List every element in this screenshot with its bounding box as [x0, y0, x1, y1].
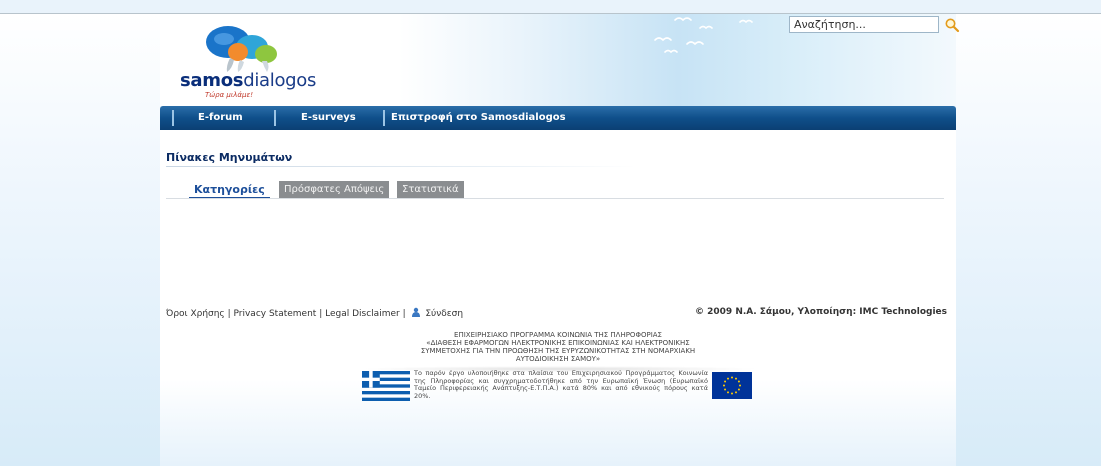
funding-statement: Το παρόν έργο υλοποιήθηκε στα πλαίσια το… — [414, 369, 708, 400]
nav-item-e-forum[interactable]: E-forum — [198, 106, 243, 130]
tab-statistics[interactable]: Στατιστικά — [397, 181, 465, 198]
login-link[interactable]: Σύνδεση — [425, 309, 463, 319]
disclaimer-link[interactable]: Legal Disclaimer — [325, 309, 400, 319]
copyright-text: © 2009 Ν.Α. Σάμου, Υλοποίηση: IMC Techno… — [695, 307, 947, 317]
eu-star — [724, 380, 727, 383]
eu-star — [735, 377, 737, 380]
eu-star — [727, 377, 729, 380]
search-input[interactable]: Αναζήτηση... — [789, 16, 939, 33]
nav-separator — [383, 110, 385, 126]
greek-flag-icon — [362, 371, 410, 401]
eu-star — [737, 380, 740, 383]
program-line: ΣΥΜΜΕΤΟΧΗΣ ΓΙΑ ΤΗΝ ΠΡΟΩΘΗΣΗ ΤΗΣ ΕΥΡΥΖΩΝΙ… — [420, 347, 696, 355]
program-line: ΑΥΤΟΔΙΟΙΚΗΣΗ ΣΑΜΟΥ» — [515, 355, 601, 363]
main-nav: E-forum E-surveys Επιστροφή στο Samosdia… — [160, 106, 956, 130]
tab-recent-opinions[interactable]: Πρόσφατες Απόψεις — [279, 181, 391, 198]
footer-separator: | — [227, 309, 231, 319]
eu-star — [731, 392, 733, 395]
program-description: ΕΠΙΧΕΙΡΗΣΙΑΚΟ ΠΡΟΓΡΑΜΜΑ ΚΟΙΝΩΝΙΑ ΤΗΣ ΠΛΗ… — [372, 331, 744, 363]
footer-links: Όροι Χρήσης | Privacy Statement | Legal … — [166, 307, 463, 319]
eu-star — [723, 384, 725, 387]
eu-star — [724, 388, 727, 391]
terms-link[interactable]: Όροι Χρήσης — [166, 309, 225, 319]
birds-decoration-icon — [654, 17, 753, 54]
nav-separator — [172, 110, 174, 126]
privacy-link[interactable]: Privacy Statement — [234, 309, 317, 319]
footer-separator: | — [319, 309, 323, 319]
title-divider — [166, 166, 636, 167]
footer-separator: | — [402, 309, 406, 319]
page-background-left — [0, 14, 160, 466]
eu-star — [731, 376, 733, 379]
program-line: «ΔΙΑΘΕΣΗ ΕΦΑΡΜΟΓΩΝ ΗΛΕΚΤΡΟΝΙΚΗΣ ΕΠΙΚΟΙΝΩ… — [426, 339, 690, 347]
logo-tagline: Τώρα μιλάμε! — [205, 91, 254, 99]
logo-wordmark: samosdialogos — [180, 70, 316, 91]
user-icon[interactable] — [411, 307, 421, 317]
program-line: ΕΠΙΧΕΙΡΗΣΙΑΚΟ ΠΡΟΓΡΑΜΜΑ ΚΟΙΝΩΝΙΑ ΤΗΣ ΠΛΗ… — [454, 331, 662, 339]
magnifier-icon[interactable] — [944, 17, 960, 33]
eu-star — [735, 391, 737, 394]
nav-item-e-surveys[interactable]: E-surveys — [301, 106, 356, 130]
nav-item-back-to-samosdialogos[interactable]: Επιστροφή στο Samosdialogos — [391, 106, 566, 130]
eu-star — [739, 384, 741, 387]
tab-categories[interactable]: Κατηγορίες — [189, 181, 270, 199]
logo-brand-rest: dialogos — [243, 70, 317, 91]
eu-flag-icon — [712, 372, 752, 399]
nav-separator — [274, 110, 276, 126]
page-title: Πίνακες Μηνυμάτων — [166, 151, 293, 164]
logo-brand-bold: samos — [180, 70, 244, 91]
eu-star — [727, 391, 729, 394]
tabs-divider — [166, 198, 944, 199]
eu-star — [737, 388, 740, 391]
page-background-right — [956, 14, 1101, 466]
